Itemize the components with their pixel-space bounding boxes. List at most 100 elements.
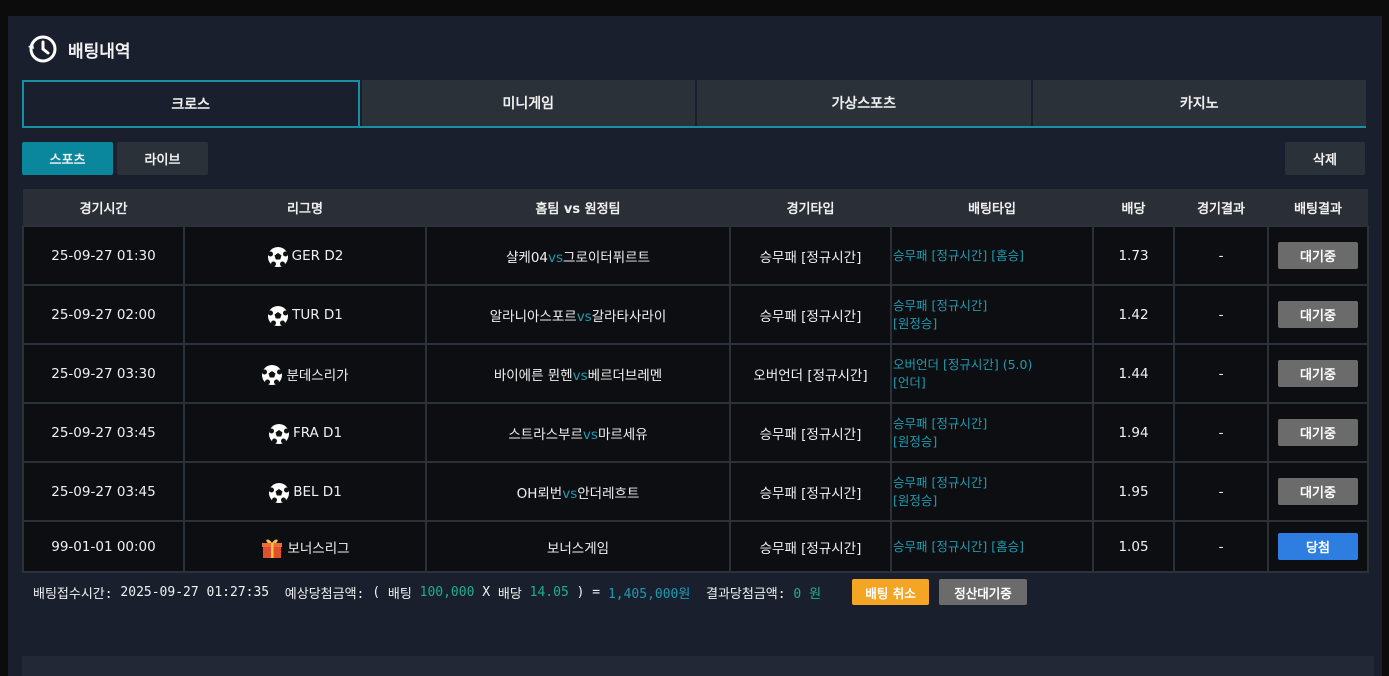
game-result: - <box>1173 402 1269 463</box>
match-teams: OH뢰번vs안더레흐트 <box>425 461 731 522</box>
table-row: 25-09-27 03:45 FRA D1 스트라스부르vs마르세유 승무패 [… <box>22 402 1369 463</box>
odds: 1.95 <box>1092 461 1175 522</box>
bet-type-line: 승무패 [정규시간] <box>893 474 988 490</box>
subtab-live[interactable]: 라이브 <box>117 142 208 175</box>
game-type: 승무패 [정규시간] <box>729 284 892 345</box>
table-row: 25-09-27 03:45 BEL D1 OH뢰번vs안더레흐트 승무패 [정… <box>22 461 1369 522</box>
match-teams: 샬케04vs그로이터퓌르트 <box>425 225 731 286</box>
league-name: GER D2 <box>291 247 344 264</box>
match-time: 25-09-27 01:30 <box>22 225 185 286</box>
odds-label: 배당 <box>497 586 522 602</box>
category-tabs: 크로스 미니게임 가상스포츠 카지노 <box>22 80 1366 128</box>
bet-type: 오버언더 [정규시간] (5.0) [언더] <box>890 343 1094 404</box>
paren-open: ( <box>372 584 381 600</box>
bet-result-badge[interactable]: 대기중 <box>1278 360 1358 387</box>
cancel-bet-button[interactable]: 배팅 취소 <box>852 579 930 605</box>
bet-type: 승무패 [정규시간] [홈승] <box>890 520 1094 573</box>
vs-label: vs <box>562 485 578 502</box>
match-time: 99-01-01 00:00 <box>22 520 185 573</box>
bet-result-badge[interactable]: 대기중 <box>1278 478 1358 505</box>
odds-total: 14.05 <box>529 584 569 600</box>
bet-type: 승무패 [정규시간] [홈승] <box>890 225 1094 286</box>
match-teams: 알라니아스포르vs갈라타사라이 <box>425 284 731 345</box>
bet-result-cell: 당첨 <box>1267 520 1369 573</box>
table-row: 99-01-01 00:00 보너스리그 보너스게임 승무패 [정규시간] 승무… <box>22 520 1369 573</box>
away-team: 그로이터퓌르트 <box>563 249 650 266</box>
odds: 1.73 <box>1092 225 1175 286</box>
bet-result-badge[interactable]: 대기중 <box>1278 419 1358 446</box>
league-name: 분데스리가 <box>286 367 349 384</box>
bet-type: 승무패 [정규시간] [원정승] <box>890 284 1094 345</box>
sub-tabs: 스포츠 라이브 <box>22 142 208 175</box>
league-cell: TUR D1 <box>183 284 427 345</box>
tab-casino[interactable]: 카지노 <box>1032 80 1366 126</box>
tab-virtual-sports[interactable]: 가상스포츠 <box>697 80 1031 126</box>
odds: 1.42 <box>1092 284 1175 345</box>
bet-result-cell: 대기중 <box>1267 343 1369 404</box>
league-cell: FRA D1 <box>183 402 427 463</box>
match-teams: 스트라스부르vs마르세유 <box>425 402 731 463</box>
bet-result-cell: 대기중 <box>1267 402 1369 463</box>
times-sign: X <box>482 584 491 600</box>
match-time: 25-09-27 03:45 <box>22 461 185 522</box>
home-team: 샬케04 <box>505 249 549 266</box>
column-header: 배팅타입 <box>891 189 1093 227</box>
game-result: - <box>1173 225 1269 286</box>
clock-history-icon <box>26 33 58 65</box>
column-header: 경기시간 <box>23 189 184 227</box>
soccer-ball-icon <box>267 240 289 272</box>
game-result: - <box>1173 284 1269 345</box>
bet-summary: 배팅접수시간: 2025-09-27 01:27:35 예상당첨금액: ( 배팅… <box>33 579 1028 605</box>
bet-history-table: 경기시간 리그명 홈팀 vs 원정팀 경기타입 배팅타입 배당 경기결과 배팅결… <box>22 189 1369 573</box>
away-team: 베르더브레멘 <box>587 367 663 384</box>
bet-result-badge[interactable]: 대기중 <box>1278 242 1358 269</box>
bet-type-line: [원정승] <box>893 315 938 331</box>
league-cell: BEL D1 <box>183 461 427 522</box>
bet-result-cell: 대기중 <box>1267 284 1369 345</box>
page-title: 배팅내역 <box>68 41 131 62</box>
league-cell: 보너스리그 <box>183 520 427 573</box>
delete-button[interactable]: 삭제 <box>1285 142 1365 175</box>
vs-label: vs <box>548 249 564 266</box>
bet-type: 승무패 [정규시간] [원정승] <box>890 402 1094 463</box>
league-cell: GER D2 <box>183 225 427 286</box>
game-type: 승무패 [정규시간] <box>729 520 892 573</box>
game-result: - <box>1173 343 1269 404</box>
accept-time: 2025-09-27 01:27:35 <box>120 584 270 600</box>
game-type: 승무패 [정규시간] <box>729 402 892 463</box>
bet-result-badge[interactable]: 대기중 <box>1278 301 1358 328</box>
expected-label: 예상당첨금액: <box>284 586 365 602</box>
tab-cross[interactable]: 크로스 <box>22 80 360 126</box>
match-teams: 바이에른 뮌헨vs베르더브레멘 <box>425 343 731 404</box>
home-team: 스트라스부르 <box>508 426 583 443</box>
column-header: 경기타입 <box>730 189 891 227</box>
bet-result-cell: 대기중 <box>1267 225 1369 286</box>
page-header: 배팅내역 <box>26 32 131 66</box>
away-team: 안더레흐트 <box>577 485 640 502</box>
bet-type: 승무패 [정규시간] [원정승] <box>890 461 1094 522</box>
home-team: 바이에른 뮌헨 <box>493 367 573 384</box>
league-cell: 분데스리가 <box>183 343 427 404</box>
league-name: BEL D1 <box>293 483 342 500</box>
subtab-sports[interactable]: 스포츠 <box>22 142 113 175</box>
game-type: 승무패 [정규시간] <box>729 225 892 286</box>
match-time: 25-09-27 03:30 <box>22 343 185 404</box>
match-teams: 보너스게임 <box>425 520 731 573</box>
match-time: 25-09-27 03:45 <box>22 402 185 463</box>
bet-amount: 100,000 <box>419 584 475 600</box>
bet-type-line: 승무패 [정규시간] <box>893 415 988 431</box>
away-team: 갈라타사라이 <box>591 308 667 325</box>
league-name: 보너스리그 <box>287 540 350 557</box>
table-header-row: 경기시간 리그명 홈팀 vs 원정팀 경기타입 배팅타입 배당 경기결과 배팅결… <box>23 189 1368 227</box>
betting-history-panel: 배팅내역 크로스 미니게임 가상스포츠 카지노 스포츠 라이브 삭제 경기시간 … <box>8 16 1382 676</box>
game-type: 승무패 [정규시간] <box>729 461 892 522</box>
bet-type-line: 오버언더 [정규시간] (5.0) <box>893 356 1033 372</box>
next-bet-slip-edge <box>22 656 1374 676</box>
tab-minigame[interactable]: 미니게임 <box>361 80 695 126</box>
home-team: OH뢰번 <box>516 485 563 502</box>
settlement-pending-badge: 정산대기중 <box>939 579 1028 605</box>
home-team: 알라니아스포르 <box>489 308 577 325</box>
bet-result-badge[interactable]: 당첨 <box>1278 533 1358 560</box>
table-row: 25-09-27 01:30 GER D2 샬케04vs그로이터퓌르트 승무패 … <box>22 225 1369 286</box>
bet-type-line: 승무패 [정규시간] <box>893 297 988 313</box>
